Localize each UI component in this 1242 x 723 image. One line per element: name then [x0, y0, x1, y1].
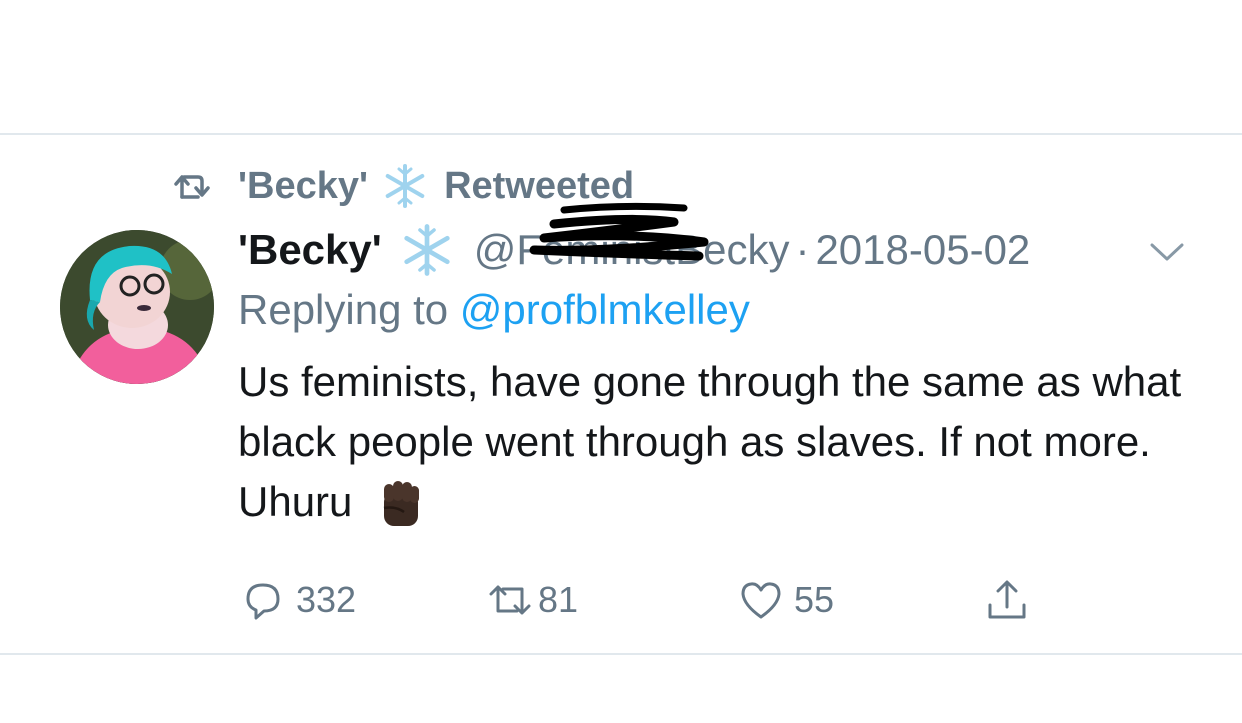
replying-to-label: Replying to [238, 286, 449, 333]
avatar-image [60, 230, 214, 384]
tweet-actions: 332 81 55 [0, 570, 1242, 630]
like-count: 55 [794, 579, 835, 620]
retweet-icon [489, 585, 531, 615]
display-name[interactable]: 'Becky' [238, 226, 382, 274]
reply-icon [246, 583, 280, 620]
replying-to-handle[interactable]: @profblmkelley [460, 286, 750, 333]
tweet-header: 'Becky' @FeministBecky · 2018-05-02 [238, 202, 1030, 278]
reply-count: 332 [296, 579, 357, 620]
tweet-date[interactable]: 2018-05-02 [815, 226, 1030, 274]
share-button[interactable] [984, 570, 1030, 630]
snowflake-icon [404, 224, 450, 276]
share-icon [988, 580, 1026, 619]
separator-dot: · [795, 226, 810, 273]
like-icon [741, 582, 781, 619]
bottom-divider [0, 653, 1242, 655]
retweet-icon [174, 175, 210, 199]
retweet-count: 81 [538, 579, 579, 620]
raised-fist-icon [383, 480, 420, 526]
reply-button[interactable]: 332 [240, 570, 356, 630]
snowflake-icon [385, 164, 425, 208]
avatar[interactable] [60, 230, 214, 384]
chevron-down-icon[interactable] [1148, 240, 1186, 264]
tweet-text-container: Us feminists, have gone through the same… [238, 352, 1198, 532]
retweet-context: 'Becky' Retweeted [174, 162, 634, 210]
like-button[interactable]: 55 [738, 570, 834, 630]
retweet-button[interactable]: 81 [484, 570, 578, 630]
replying-to: Replying to @profblmkelley [238, 286, 750, 334]
retweeted-label: Retweeted [444, 164, 635, 207]
retweeter-name[interactable]: 'Becky' [238, 165, 368, 208]
user-handle[interactable]: @FeministBecky [474, 202, 789, 274]
